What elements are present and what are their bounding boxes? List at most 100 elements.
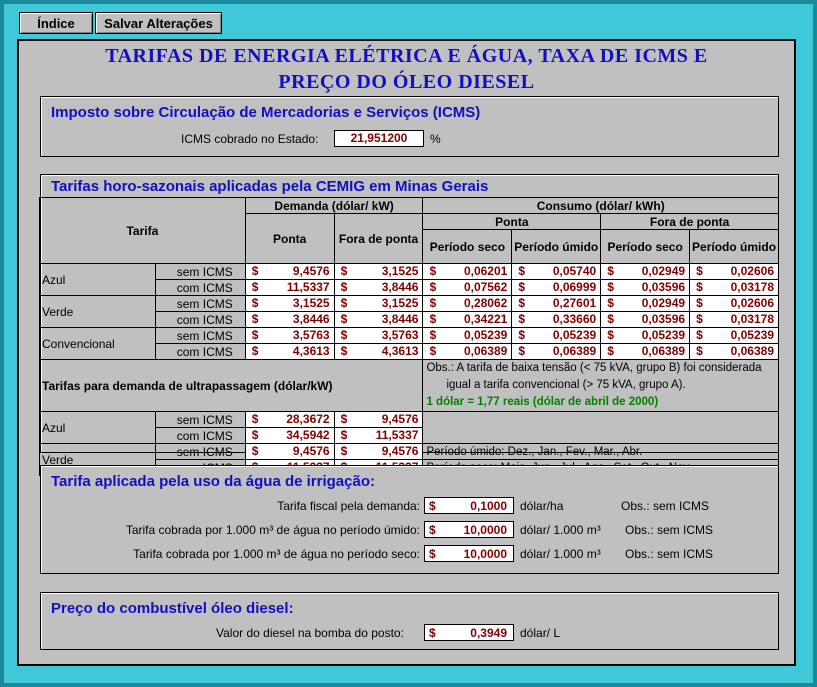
currency-symbol: $ <box>518 296 526 310</box>
diesel-input[interactable]: $ 0,3949 <box>424 624 514 641</box>
tarifa-value-cell[interactable]: $3,1525 <box>333 295 424 312</box>
tarifa-value-cell[interactable]: $0,06999 <box>511 279 602 296</box>
cell-value: 4,3613 <box>381 344 419 358</box>
currency-symbol: $ <box>518 312 526 326</box>
cell-value: 0,05740 <box>552 264 597 278</box>
tarifa-value-cell[interactable]: $0,02606 <box>689 295 779 312</box>
cell-value: 34,5942 <box>286 428 330 442</box>
tarifa-group-label: Convencional <box>39 327 156 360</box>
tarifa-value-cell[interactable]: $4,3613 <box>244 343 335 360</box>
icms-sub-label: com ICMS <box>154 427 246 444</box>
ultra-value-cell[interactable]: $28,3672 <box>244 411 335 428</box>
tarifa-value-cell[interactable]: $3,8446 <box>333 311 424 328</box>
indice-button[interactable]: Índice <box>19 12 93 34</box>
tarifa-value-cell[interactable]: $0,06389 <box>689 343 779 360</box>
tarifa-value-cell[interactable]: $0,06389 <box>511 343 602 360</box>
ultra-value-cell[interactable]: $34,5942 <box>244 427 335 444</box>
icms-heading: Imposto sobre Circulação de Mercadorias … <box>51 104 481 121</box>
tarifa-value-cell[interactable]: $0,06201 <box>422 263 513 280</box>
currency-symbol: $ <box>607 296 614 310</box>
tarifa-value-cell[interactable]: $3,1525 <box>244 295 335 312</box>
icms-sub-label: sem ICMS <box>154 295 246 312</box>
table-row: Convencional sem ICMS $3,5763 $3,5763 $0,052… <box>39 327 779 360</box>
main-sheet: TARIFAS DE ENERGIA ELÉTRICA E ÁGUA, TAXA… <box>17 39 796 666</box>
tarifa-value-cell[interactable]: $3,5763 <box>333 327 424 344</box>
agua-unit: dólar/ 1.000 m³ <box>520 523 601 537</box>
agua-obs: Obs.: sem ICMS <box>625 547 714 561</box>
tarifa-value-cell[interactable]: $0,02949 <box>600 263 691 280</box>
tarifa-value-cell[interactable]: $0,05239 <box>600 327 691 344</box>
tarifa-value-cell[interactable]: $0,27601 <box>511 295 602 312</box>
tarifa-value-cell[interactable]: $0,02949 <box>600 295 691 312</box>
tarifa-value-cell[interactable]: $0,07562 <box>422 279 513 296</box>
cell-value: 9,4576 <box>381 412 419 426</box>
icms-sub-label: sem ICMS <box>154 263 246 280</box>
cemig-heading: Tarifas horo-sazonais aplicadas pela CEM… <box>51 178 489 195</box>
tarifa-value-cell[interactable]: $0,28062 <box>422 295 513 312</box>
agua-value-input[interactable]: $10,0000 <box>424 545 514 562</box>
ultra-group-label: Azul <box>39 411 156 444</box>
tarifa-value-cell[interactable]: $0,05740 <box>511 263 602 280</box>
tarifa-value-cell[interactable]: $0,03178 <box>689 279 779 296</box>
ultra-value-cell[interactable]: $9,4576 <box>333 443 424 460</box>
periodo-umido-note: Período úmido: Dez., Jan., Fev., Mar., A… <box>422 443 779 460</box>
ultra-value-cell[interactable]: $11,5337 <box>333 427 424 444</box>
agua-value-input[interactable]: $0,1000 <box>424 497 514 514</box>
tarifa-value-cell[interactable]: $0,05239 <box>689 327 779 344</box>
currency-symbol: $ <box>251 344 259 358</box>
cell-value: 0,05239 <box>463 328 508 342</box>
page-title-line1: TARIFAS DE ENERGIA ELÉTRICA E ÁGUA, TAXA… <box>105 45 708 67</box>
cell-value: 0,02949 <box>641 296 686 310</box>
tarifa-value-cell[interactable]: $0,34221 <box>422 311 513 328</box>
tarifa-value-cell[interactable]: $3,5763 <box>244 327 335 344</box>
tarifa-value-cell[interactable]: $0,03596 <box>600 279 691 296</box>
ultra-value-cell[interactable]: $9,4576 <box>244 443 335 460</box>
icms-input[interactable]: 21,951200 <box>334 130 424 147</box>
cell-value: 0,07562 <box>463 280 508 294</box>
currency-symbol: $ <box>696 312 703 326</box>
cell-value: 9,4576 <box>381 444 419 458</box>
header-demanda-fora-ponta: Fora de ponta <box>333 213 424 264</box>
tarifa-value-cell[interactable]: $0,06389 <box>600 343 691 360</box>
tarifa-value-cell[interactable]: $0,06389 <box>422 343 513 360</box>
currency-symbol: $ <box>429 344 437 358</box>
cell-value: 0,06201 <box>463 264 508 278</box>
tarifa-value-cell[interactable]: $0,33660 <box>511 311 602 328</box>
tarifa-value-cell[interactable]: $0,02606 <box>689 263 779 280</box>
salvar-alteracoes-button[interactable]: Salvar Alterações <box>95 12 222 34</box>
tarifa-value-cell[interactable]: $0,03178 <box>689 311 779 328</box>
tarifa-value-cell[interactable]: $9,4576 <box>244 263 335 280</box>
currency-symbol: $ <box>429 523 436 537</box>
tarifa-value-cell[interactable]: $4,3613 <box>333 343 424 360</box>
tarifa-value-cell[interactable]: $11,5337 <box>244 279 335 296</box>
agua-value-input[interactable]: $10,0000 <box>424 521 514 538</box>
cell-value: 0,06389 <box>552 344 597 358</box>
icms-sub-label: sem ICMS <box>154 443 246 460</box>
currency-symbol: $ <box>607 328 614 342</box>
cell-value: 3,1525 <box>381 264 419 278</box>
header-tarifa: Tarifa <box>39 197 246 264</box>
cell-value: 0,02949 <box>641 264 686 278</box>
tarifa-value-cell[interactable]: $0,05239 <box>511 327 602 344</box>
currency-symbol: $ <box>696 344 703 358</box>
ultra-value-cell[interactable]: $9,4576 <box>333 411 424 428</box>
currency-symbol: $ <box>696 296 703 310</box>
currency-symbol: $ <box>251 312 259 326</box>
obs-block: Obs.: A tarifa de baixa tensão (< 75 kVA… <box>422 359 779 412</box>
tarifa-value-cell[interactable]: $3,8446 <box>333 279 424 296</box>
tarifa-group-label: Verde <box>39 295 156 328</box>
cell-value: 0,03596 <box>641 280 686 294</box>
tarifa-value-cell[interactable]: $0,05239 <box>422 327 513 344</box>
tarifa-value-cell[interactable]: $3,8446 <box>244 311 335 328</box>
currency-symbol: $ <box>429 499 436 513</box>
currency-symbol: $ <box>251 444 259 458</box>
currency-symbol: $ <box>251 264 259 278</box>
tarifa-value-cell[interactable]: $3,1525 <box>333 263 424 280</box>
tarifa-group-label: Azul <box>39 263 156 296</box>
currency-symbol: $ <box>251 296 259 310</box>
currency-symbol: $ <box>340 296 348 310</box>
tarifa-value-cell[interactable]: $0,03596 <box>600 311 691 328</box>
cell-value: 0,03178 <box>730 312 774 326</box>
header-fora-seco: Período seco <box>600 229 691 264</box>
table-row: Verde sem ICMS $9,4576 $9,4576 Período úmido… <box>39 443 779 476</box>
